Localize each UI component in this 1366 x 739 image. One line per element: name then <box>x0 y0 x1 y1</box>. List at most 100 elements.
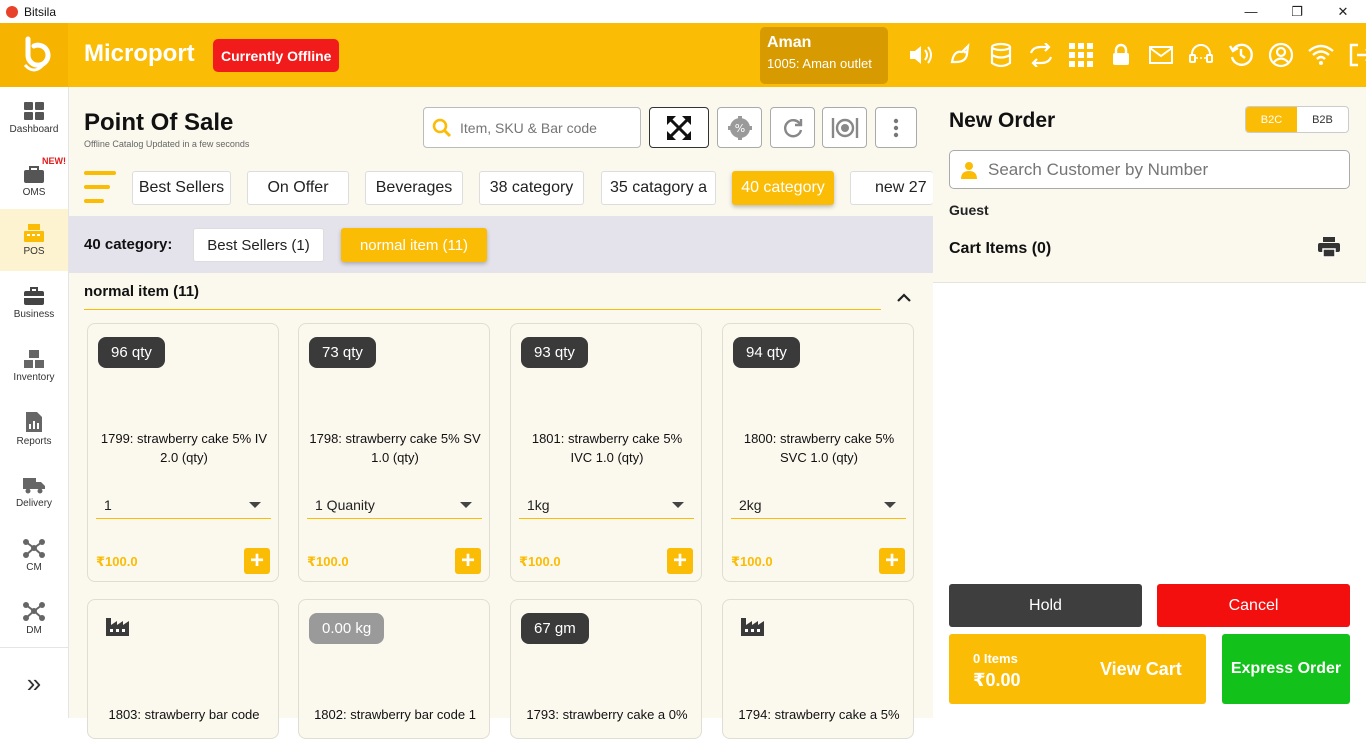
minimize-button[interactable]: — <box>1228 0 1274 23</box>
product-card[interactable]: 73 qty 1798: strawberry cake 5% SV 1.0 (… <box>298 323 490 582</box>
offline-status-badge: Currently Offline <box>213 39 340 72</box>
profile-icon[interactable] <box>1266 37 1296 73</box>
unit-select[interactable]: 1kg <box>519 492 694 519</box>
sidebar-label: OMS <box>22 186 46 198</box>
speaker-icon[interactable] <box>906 37 936 73</box>
close-window-button[interactable]: ✕ <box>1320 0 1366 23</box>
product-card[interactable]: 1794: strawberry cake a 5% <box>722 599 914 739</box>
unit-select[interactable]: 1 <box>96 492 271 519</box>
category-new-27[interactable]: new 27 <box>850 171 933 205</box>
sidebar-item-inventory[interactable]: Inventory <box>0 335 68 397</box>
cancel-button[interactable]: Cancel <box>1157 584 1350 627</box>
left-sidebar: Dashboard NEW! OMS POS Business Inventor… <box>0 87 69 718</box>
wifi-icon[interactable] <box>1306 37 1336 73</box>
category-best-sellers[interactable]: Best Sellers <box>132 171 231 205</box>
product-card[interactable]: 1803: strawberry bar code <box>87 599 279 739</box>
lock-icon[interactable] <box>1106 37 1136 73</box>
category-bar: Best Sellers On Offer Beverages 38 categ… <box>69 169 933 209</box>
expand-sidebar-button[interactable]: » <box>0 647 68 718</box>
order-title: New Order <box>949 109 1056 132</box>
mail-icon[interactable] <box>1146 37 1176 73</box>
logo[interactable] <box>0 23 68 87</box>
dropdown-caret-icon <box>460 502 472 508</box>
pos-main: Point Of Sale Offline Catalog Updated in… <box>69 87 933 739</box>
sidebar-label: Reports <box>16 435 52 447</box>
chevron-up-icon[interactable] <box>897 290 911 308</box>
view-cart-button[interactable]: 0 Items ₹0.00 View Cart <box>949 634 1206 704</box>
printer-icon[interactable] <box>1318 237 1340 262</box>
more-options-button[interactable] <box>875 107 917 148</box>
add-to-cart-button[interactable]: + <box>667 548 693 574</box>
category-35[interactable]: 35 catagory a <box>601 171 716 205</box>
product-name: 1800: strawberry cake 5% SVC 1.0 (qty) <box>743 431 895 465</box>
expand-arrows-icon <box>667 115 691 140</box>
product-card[interactable]: 93 qty 1801: strawberry cake 5% IVC 1.0 … <box>510 323 702 582</box>
sidebar-item-business[interactable]: Business <box>0 272 68 334</box>
discount-button[interactable]: % <box>717 107 762 148</box>
customer-search-input[interactable] <box>988 159 1328 180</box>
subcategory-normal-item[interactable]: normal item (11) <box>341 228 487 262</box>
sidebar-label: Inventory <box>13 371 55 383</box>
product-card[interactable]: 94 qty 1800: strawberry cake 5% SVC 1.0 … <box>722 323 914 582</box>
sidebar-item-delivery[interactable]: Delivery <box>0 461 68 523</box>
b2c-option[interactable]: B2C <box>1246 107 1297 132</box>
add-to-cart-button[interactable]: + <box>455 548 481 574</box>
unit-value: 2kg <box>739 497 762 513</box>
history-icon[interactable] <box>1226 37 1256 73</box>
product-card[interactable]: 67 gm 1793: strawberry cake a 0% <box>510 599 702 739</box>
grid-apps-icon[interactable] <box>1066 37 1096 73</box>
restore-button[interactable]: ❐ <box>1274 0 1320 23</box>
unit-select[interactable]: 1 Quanity <box>307 492 482 519</box>
brand-name: Microport <box>84 40 195 67</box>
sync-arrows-icon[interactable] <box>1026 37 1056 73</box>
bitsila-logo-icon <box>23 36 51 72</box>
sidebar-item-reports[interactable]: Reports <box>0 398 68 460</box>
truck-icon <box>23 477 45 493</box>
item-search[interactable] <box>423 107 641 148</box>
unit-value: 1 Quanity <box>315 497 375 513</box>
product-name: 1801: strawberry cake 5% IVC 1.0 (qty) <box>531 431 683 465</box>
logout-icon[interactable] <box>1346 37 1366 73</box>
support-headset-icon[interactable] <box>1186 37 1216 73</box>
report-icon <box>26 411 42 432</box>
user-outlet-box[interactable]: Aman 1005: Aman outlet <box>760 27 888 84</box>
refresh-icon <box>783 118 802 137</box>
stock-badge: 0.00 kg <box>309 613 385 644</box>
unit-select[interactable]: 2kg <box>731 492 906 519</box>
category-beverages[interactable]: Beverages <box>365 171 463 205</box>
refresh-button[interactable] <box>770 107 815 148</box>
dine-in-button[interactable] <box>822 107 867 148</box>
sidebar-item-dashboard[interactable]: Dashboard <box>0 87 68 149</box>
add-to-cart-button[interactable]: + <box>879 548 905 574</box>
b2b-option[interactable]: B2B <box>1297 107 1348 132</box>
product-card[interactable]: 0.00 kg 1802: strawberry bar code 1 <box>298 599 490 739</box>
category-on-offer[interactable]: On Offer <box>247 171 349 205</box>
dropdown-caret-icon <box>672 502 684 508</box>
express-order-button[interactable]: Express Order <box>1222 634 1350 704</box>
product-price: ₹100.0 <box>96 554 138 569</box>
fullscreen-button[interactable] <box>649 107 709 148</box>
add-to-cart-button[interactable]: + <box>244 548 270 574</box>
product-card[interactable]: 96 qty 1799: strawberry cake 5% IV 2.0 (… <box>87 323 279 582</box>
hold-button[interactable]: Hold <box>949 584 1142 627</box>
sidebar-item-pos[interactable]: POS <box>0 209 68 271</box>
top-header: Microport Currently Offline Aman 1005: A… <box>0 23 1366 87</box>
bird-icon[interactable] <box>946 37 976 73</box>
factory-icon <box>106 616 132 641</box>
cart-items-count: Cart Items (0) <box>949 240 1052 257</box>
category-38[interactable]: 38 category <box>479 171 584 205</box>
item-search-input[interactable] <box>460 119 630 136</box>
sidebar-label: DM <box>26 624 42 636</box>
sidebar-item-oms[interactable]: NEW! OMS <box>0 150 68 212</box>
order-panel: New Order B2C B2B Guest Cart Items (0) H… <box>933 87 1366 718</box>
database-icon[interactable] <box>986 37 1016 73</box>
category-40[interactable]: 40 category <box>732 171 834 205</box>
product-name: 1794: strawberry cake a 5% <box>738 707 900 722</box>
category-menu-icon[interactable] <box>84 171 116 203</box>
b2c-b2b-toggle[interactable]: B2C B2B <box>1245 106 1349 133</box>
sidebar-item-cm[interactable]: CM <box>0 524 68 586</box>
customer-search[interactable] <box>949 150 1350 189</box>
sidebar-item-dm[interactable]: DM <box>0 587 68 649</box>
product-price: ₹100.0 <box>307 554 349 569</box>
subcategory-best-sellers[interactable]: Best Sellers (1) <box>193 228 324 262</box>
